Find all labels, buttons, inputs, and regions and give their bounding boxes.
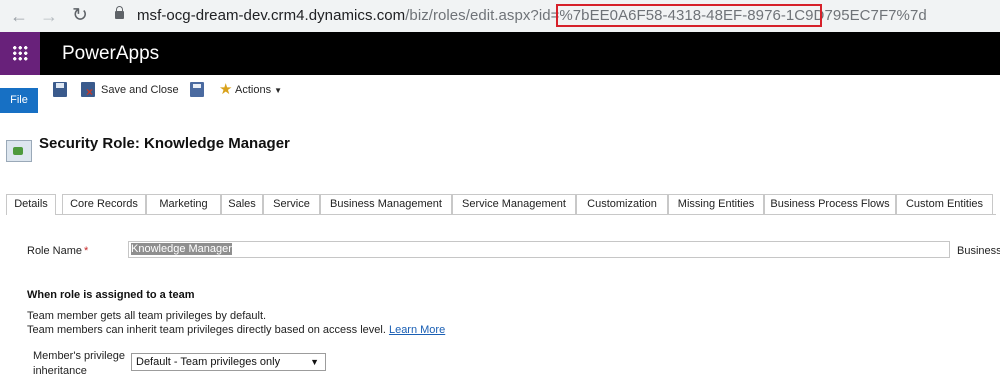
tab-strip: Details Core Records Marketing Sales Ser… <box>6 194 996 215</box>
tab-label: Customization <box>587 198 657 210</box>
save-new-icon[interactable] <box>190 82 204 97</box>
forward-arrow-icon[interactable]: → <box>40 6 58 26</box>
actions-menu-button[interactable]: Actions ▼ <box>235 84 282 96</box>
team-section-title: When role is assigned to a team <box>27 289 195 301</box>
save-and-close-button[interactable]: Save and Close <box>101 84 179 96</box>
tab-sales[interactable]: Sales <box>221 194 263 214</box>
dropdown-arrow-icon: ▼ <box>310 357 319 367</box>
tab-label: Business Management <box>330 198 442 210</box>
actions-label: Actions <box>235 84 272 96</box>
inheritance-label-line-2: inheritance <box>33 365 87 377</box>
team-desc-line-2: Team members can inherit team privileges… <box>27 324 445 336</box>
save-close-icon[interactable] <box>81 82 95 98</box>
tab-label: Marketing <box>159 198 208 210</box>
app-title: PowerApps <box>62 43 160 64</box>
file-button[interactable]: File <box>0 88 38 113</box>
command-ribbon: File Save and Close ★ Actions▼ <box>0 75 1000 115</box>
app-launcher-button[interactable] <box>0 32 40 75</box>
tab-label: Core Records <box>70 198 138 210</box>
tab-customization[interactable]: Customization <box>576 194 668 214</box>
tab-custom-entities[interactable]: Custom Entities <box>896 194 993 214</box>
lock-icon <box>115 6 124 19</box>
page-title: Security Role: Knowledge Manager <box>39 135 290 152</box>
chevron-down-icon: ▼ <box>274 86 282 95</box>
save-icon[interactable] <box>53 82 67 97</box>
tab-label: Details <box>14 198 48 210</box>
browser-toolbar: ← → ↻ msf-ocg-dream-dev.crm4.dynamics.co… <box>0 0 1000 32</box>
role-name-value: Knowledge Manager <box>131 243 232 255</box>
role-name-label: Role Name * <box>27 245 88 257</box>
actions-icon[interactable]: ★ <box>219 82 235 97</box>
url-id-highlight-box <box>556 4 822 27</box>
tab-label: Service <box>273 198 310 210</box>
security-role-icon <box>6 140 32 162</box>
url-host: msf-ocg-dream-dev.crm4.dynamics.com <box>137 7 406 24</box>
tab-label: Custom Entities <box>905 198 984 210</box>
privilege-inheritance-select[interactable]: Default - Team privileges only ▼ <box>131 353 326 371</box>
app-header: PowerApps <box>0 32 1000 75</box>
tab-business-process-flows[interactable]: Business Process Flows <box>764 194 896 214</box>
learn-more-link[interactable]: Learn More <box>389 324 445 336</box>
tab-label: Sales <box>228 198 256 210</box>
tab-marketing[interactable]: Marketing <box>146 194 221 214</box>
tab-business-management[interactable]: Business Management <box>320 194 452 214</box>
role-name-label-text: Role Name <box>27 245 83 257</box>
tab-service-management[interactable]: Service Management <box>452 194 576 214</box>
business-unit-label: Business <box>957 245 1000 257</box>
select-value: Default - Team privileges only <box>136 356 281 368</box>
inheritance-label-line-1: Member's privilege <box>33 350 125 362</box>
tab-missing-entities[interactable]: Missing Entities <box>668 194 764 214</box>
required-indicator: * <box>84 245 89 257</box>
tab-label: Service Management <box>462 198 566 210</box>
tab-label: Missing Entities <box>677 198 755 210</box>
role-name-input[interactable]: Knowledge Manager <box>128 241 950 258</box>
tab-service[interactable]: Service <box>263 194 320 214</box>
team-desc-text: Team members can inherit team privileges… <box>27 324 386 336</box>
back-arrow-icon[interactable]: ← <box>10 6 28 26</box>
tab-core-records[interactable]: Core Records <box>62 194 146 214</box>
tab-details[interactable]: Details <box>6 194 56 215</box>
reload-icon[interactable]: ↻ <box>72 6 88 26</box>
team-desc-line-1: Team member gets all team privileges by … <box>27 310 267 322</box>
waffle-icon <box>12 45 28 61</box>
tab-label: Business Process Flows <box>770 198 890 210</box>
